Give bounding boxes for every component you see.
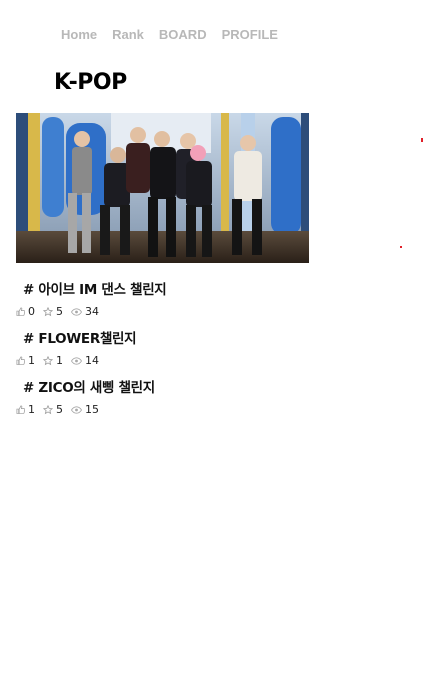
star-count[interactable]: 1 xyxy=(43,354,63,367)
eye-icon xyxy=(71,356,82,365)
nav-profile[interactable]: PROFILE xyxy=(222,27,278,42)
nav-home[interactable]: Home xyxy=(61,27,97,42)
view-count-value: 15 xyxy=(85,403,99,416)
view-count-value: 14 xyxy=(85,354,99,367)
star-count[interactable]: 5 xyxy=(43,403,63,416)
view-count-value: 34 xyxy=(85,305,99,318)
post-item[interactable]: # FLOWER챌린지 1 1 14 xyxy=(16,327,316,367)
like-count[interactable]: 1 xyxy=(16,403,35,416)
thumbs-up-icon xyxy=(16,356,25,365)
red-mark xyxy=(421,138,423,142)
post-stats: 0 5 34 xyxy=(16,305,316,318)
eye-icon xyxy=(71,307,82,316)
post-stats: 1 5 15 xyxy=(16,403,316,416)
post-title[interactable]: # ZICO의 새삥 챌린지 xyxy=(23,376,316,396)
star-icon xyxy=(43,404,53,414)
thumbs-up-icon xyxy=(16,307,25,316)
star-icon xyxy=(43,355,53,365)
post-stats: 1 1 14 xyxy=(16,354,316,367)
star-count[interactable]: 5 xyxy=(43,305,63,318)
like-count-value: 1 xyxy=(28,403,35,416)
star-icon xyxy=(43,306,53,316)
eye-icon xyxy=(71,405,82,414)
hero-image[interactable] xyxy=(16,113,309,263)
star-count-value: 5 xyxy=(56,305,63,318)
like-count[interactable]: 0 xyxy=(16,305,35,318)
view-count: 14 xyxy=(71,354,99,367)
page-title: K-POP xyxy=(54,70,127,95)
view-count: 34 xyxy=(71,305,99,318)
star-count-value: 1 xyxy=(56,354,63,367)
thumbs-up-icon xyxy=(16,405,25,414)
nav-board[interactable]: BOARD xyxy=(159,27,207,42)
hero-photo xyxy=(16,113,309,263)
post-title[interactable]: # FLOWER챌린지 xyxy=(23,327,316,347)
post-title[interactable]: # 아이브 IM 댄스 챌린지 xyxy=(23,278,316,298)
post-item[interactable]: # 아이브 IM 댄스 챌린지 0 5 34 xyxy=(16,278,316,318)
view-count: 15 xyxy=(71,403,99,416)
like-count[interactable]: 1 xyxy=(16,354,35,367)
nav-rank[interactable]: Rank xyxy=(112,27,144,42)
like-count-value: 1 xyxy=(28,354,35,367)
post-item[interactable]: # ZICO의 새삥 챌린지 1 5 15 xyxy=(16,376,316,416)
top-nav: Home Rank BOARD PROFILE xyxy=(61,27,278,42)
red-mark xyxy=(400,246,402,248)
like-count-value: 0 xyxy=(28,305,35,318)
star-count-value: 5 xyxy=(56,403,63,416)
